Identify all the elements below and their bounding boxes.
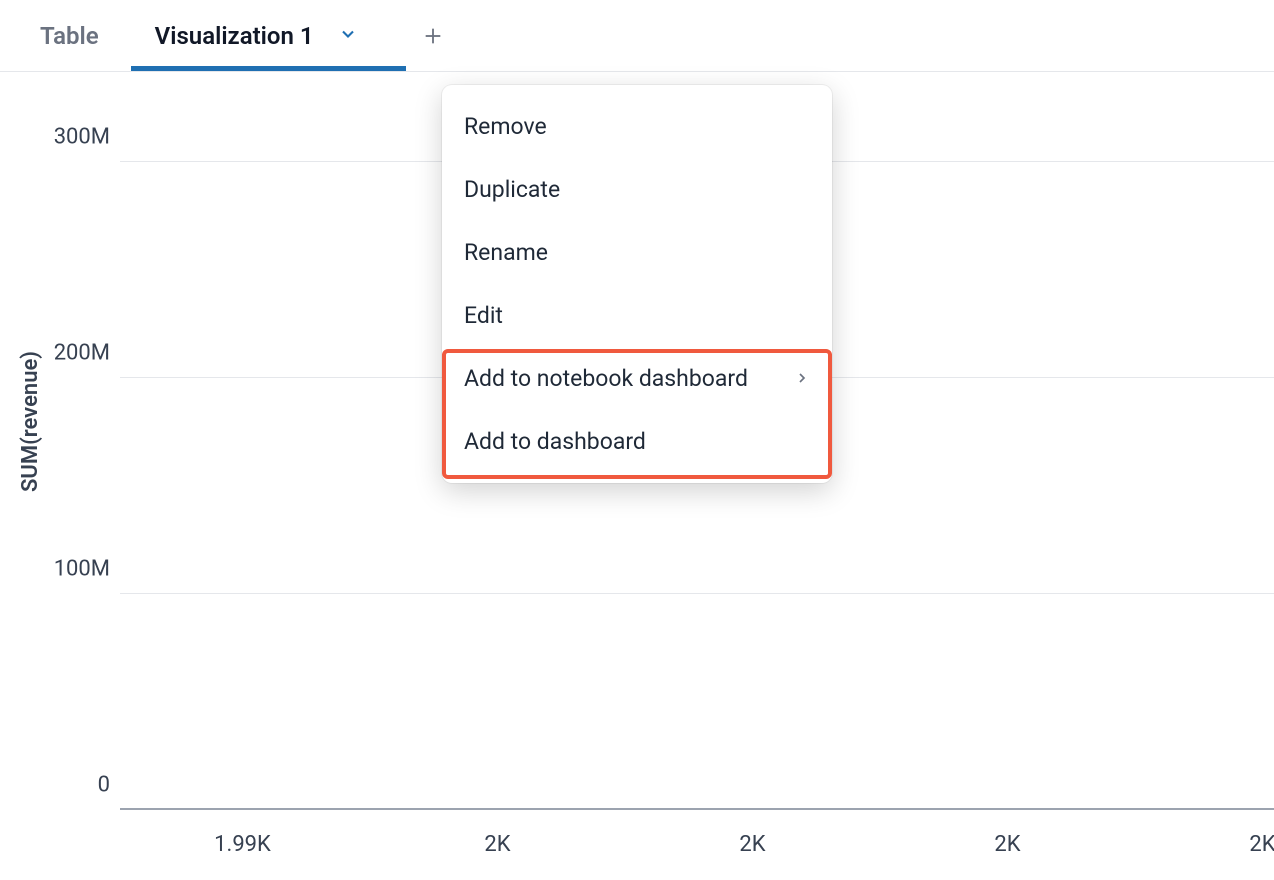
y-tick-label: 100M: [54, 557, 110, 582]
x-tick-label: 2K: [739, 832, 765, 857]
tab-table[interactable]: Table: [40, 2, 99, 70]
y-tick-label: 200M: [54, 341, 110, 366]
x-tick-label: 1.99K: [214, 832, 271, 857]
menu-remove[interactable]: Remove: [442, 95, 832, 158]
y-tick-label: 300M: [54, 125, 110, 150]
x-tick-label: 2K: [994, 832, 1020, 857]
y-axis-label: SUM(revenue): [18, 351, 43, 492]
menu-add-to-notebook-dashboard[interactable]: Add to notebook dashboard: [442, 347, 832, 410]
tab-label: Visualization 1: [155, 22, 314, 50]
menu-rename[interactable]: Rename: [442, 221, 832, 284]
chevron-down-icon[interactable]: [338, 24, 358, 44]
tab-context-menu: Remove Duplicate Rename Edit Add to note…: [442, 85, 832, 483]
menu-duplicate[interactable]: Duplicate: [442, 158, 832, 221]
chevron-right-icon: [794, 365, 810, 392]
menu-add-to-dashboard[interactable]: Add to dashboard: [442, 410, 832, 473]
tab-bar: Table Visualization 1: [0, 0, 1274, 72]
plus-icon[interactable]: [414, 17, 452, 55]
y-tick-label: 0: [98, 773, 110, 798]
grid-line: [120, 593, 1274, 594]
menu-item-label: Add to notebook dashboard: [464, 365, 748, 392]
tab-visualization-1[interactable]: Visualization 1: [155, 2, 358, 70]
x-tick-label: 2K: [484, 832, 510, 857]
x-tick-label: 2K: [1249, 832, 1274, 857]
menu-edit[interactable]: Edit: [442, 284, 832, 347]
